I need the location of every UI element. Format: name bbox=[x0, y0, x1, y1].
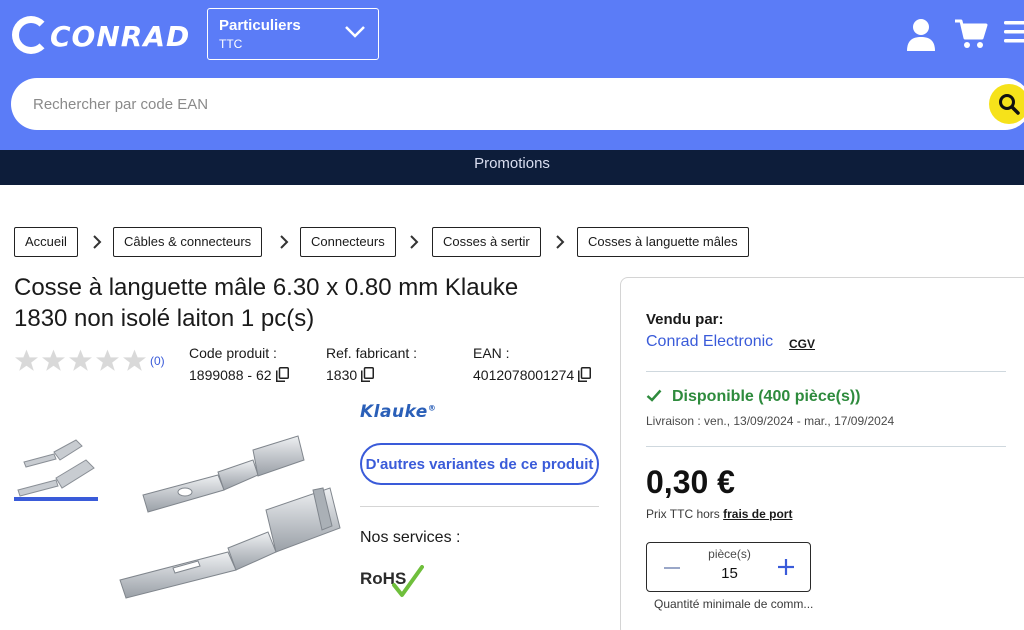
copy-icon[interactable] bbox=[578, 367, 592, 382]
cgv-link[interactable]: CGV bbox=[789, 337, 815, 351]
rohs-check-icon bbox=[392, 565, 424, 597]
chevron-right-icon bbox=[280, 235, 289, 249]
breadcrumb-item-connecteurs[interactable]: Connecteurs bbox=[300, 227, 396, 257]
rating-count-link[interactable]: (0) bbox=[150, 354, 165, 368]
brand-name: Klauke bbox=[360, 402, 428, 422]
seller-link[interactable]: Conrad Electronic bbox=[646, 333, 773, 351]
breadcrumb-item-home[interactable]: Accueil bbox=[14, 227, 78, 257]
promotions-link[interactable]: Promotions bbox=[0, 150, 1024, 185]
minus-icon[interactable] bbox=[661, 557, 683, 579]
price: 0,30 € bbox=[646, 464, 735, 500]
chevron-down-icon bbox=[345, 26, 365, 38]
ean-code: EAN : 4012078001274 bbox=[473, 345, 592, 383]
services-label: Nos services : bbox=[360, 529, 461, 546]
product-code-value: 1899088 - 62 bbox=[189, 367, 272, 383]
chevron-right-icon bbox=[410, 235, 419, 249]
manufacturer-ref: Ref. fabricant : 1830 bbox=[326, 345, 417, 383]
manufacturer-ref-value: 1830 bbox=[326, 367, 358, 383]
check-icon bbox=[646, 389, 662, 402]
sold-by-label: Vendu par: bbox=[646, 311, 724, 328]
customer-type-select[interactable]: Particuliers TTC bbox=[207, 8, 379, 60]
product-code-label: Code produit : bbox=[189, 345, 277, 361]
divider bbox=[646, 371, 1006, 372]
conrad-logo[interactable]: CONRAD bbox=[10, 14, 189, 56]
quantity-stepper: pièce(s) bbox=[646, 542, 811, 592]
product-image[interactable] bbox=[108, 420, 348, 615]
breadcrumb-item-cosses-languette[interactable]: Cosses à languette mâles bbox=[577, 227, 749, 257]
star-empty-icon bbox=[15, 349, 38, 371]
hamburger-menu-icon[interactable] bbox=[1004, 18, 1024, 46]
availability-text: Disponible (400 pièce(s)) bbox=[672, 388, 861, 405]
manufacturer-ref-label: Ref. fabricant : bbox=[326, 345, 418, 361]
availability-status: Disponible (400 pièce(s)) bbox=[646, 388, 861, 406]
price-note: Prix TTC hors frais de port bbox=[646, 507, 792, 521]
user-account-icon[interactable] bbox=[905, 18, 937, 52]
search-bar bbox=[11, 78, 1024, 130]
divider bbox=[360, 506, 599, 507]
search-icon bbox=[999, 94, 1020, 115]
logo-text: CONRAD bbox=[50, 20, 191, 53]
product-code: Code produit : 1899088 - 62 bbox=[189, 345, 289, 383]
chevron-right-icon bbox=[556, 235, 565, 249]
plus-icon[interactable] bbox=[775, 556, 797, 578]
ean-value: 4012078001274 bbox=[473, 367, 575, 383]
star-empty-icon bbox=[96, 349, 119, 371]
thumbnail-selected-indicator bbox=[14, 497, 98, 501]
other-variants-button[interactable]: D'autres variantes de ce produit bbox=[360, 443, 599, 485]
shipping-costs-link[interactable]: frais de port bbox=[723, 507, 792, 521]
minimum-quantity-note: Quantité minimale de comm... bbox=[654, 597, 814, 611]
price-note-prefix: Prix TTC hors bbox=[646, 507, 724, 521]
quantity-input[interactable] bbox=[707, 565, 752, 582]
klauke-logo[interactable]: Klauke® bbox=[360, 402, 436, 422]
rohs-badge: RoHS bbox=[360, 565, 424, 601]
chevron-right-icon bbox=[93, 235, 102, 249]
copy-icon[interactable] bbox=[361, 367, 375, 382]
copy-icon[interactable] bbox=[275, 367, 289, 382]
site-header: CONRAD Particuliers TTC bbox=[0, 0, 1024, 150]
breadcrumb-item-cables[interactable]: Câbles & connecteurs bbox=[113, 227, 263, 257]
breadcrumb-item-cosses-sertir[interactable]: Cosses à sertir bbox=[432, 227, 541, 257]
product-thumbnail[interactable] bbox=[14, 432, 98, 502]
customer-type-subtitle: TTC bbox=[219, 37, 243, 51]
cart-icon[interactable] bbox=[954, 18, 988, 50]
search-button[interactable] bbox=[989, 84, 1024, 124]
logo-c-shape bbox=[12, 16, 50, 54]
product-title: Cosse à languette mâle 6.30 x 0.80 mm Kl… bbox=[14, 274, 519, 332]
star-empty-icon bbox=[123, 349, 146, 371]
ean-label: EAN : bbox=[473, 345, 510, 361]
search-input[interactable] bbox=[33, 78, 973, 130]
delivery-dates: Livraison : ven., 13/09/2024 - mar., 17/… bbox=[646, 414, 895, 428]
star-empty-icon bbox=[69, 349, 92, 371]
star-empty-icon bbox=[42, 349, 65, 371]
divider bbox=[646, 446, 1006, 447]
